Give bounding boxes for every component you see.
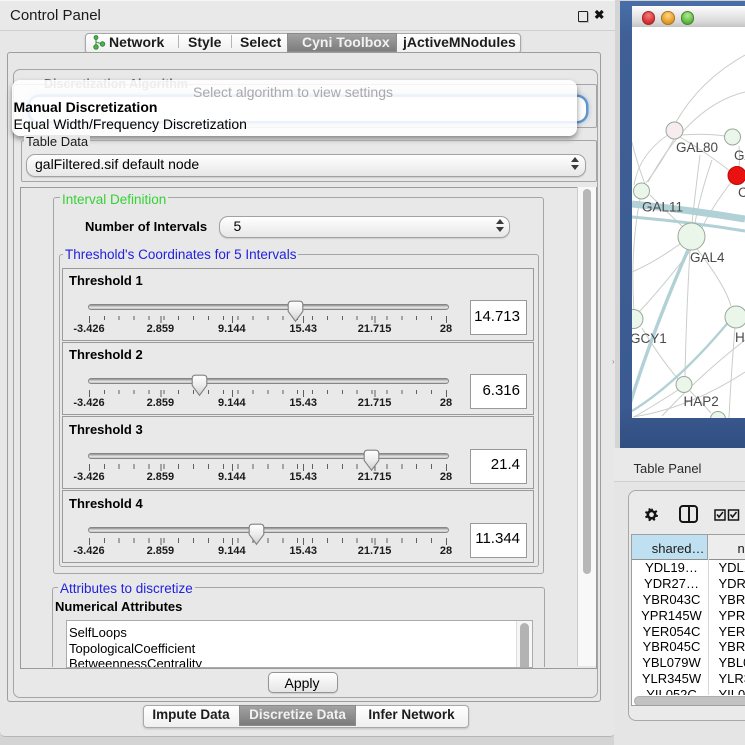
- svg-text:GAL11: GAL11: [642, 200, 683, 215]
- svg-text:HAP2: HAP2: [684, 394, 719, 409]
- svg-text:H: H: [735, 330, 745, 345]
- svg-text:GAL4: GAL4: [690, 250, 725, 265]
- svg-text:GCY1: GCY1: [632, 331, 667, 346]
- svg-text:C: C: [738, 185, 745, 200]
- svg-text:GAL80: GAL80: [676, 140, 718, 155]
- svg-text:GA: GA: [734, 148, 745, 163]
